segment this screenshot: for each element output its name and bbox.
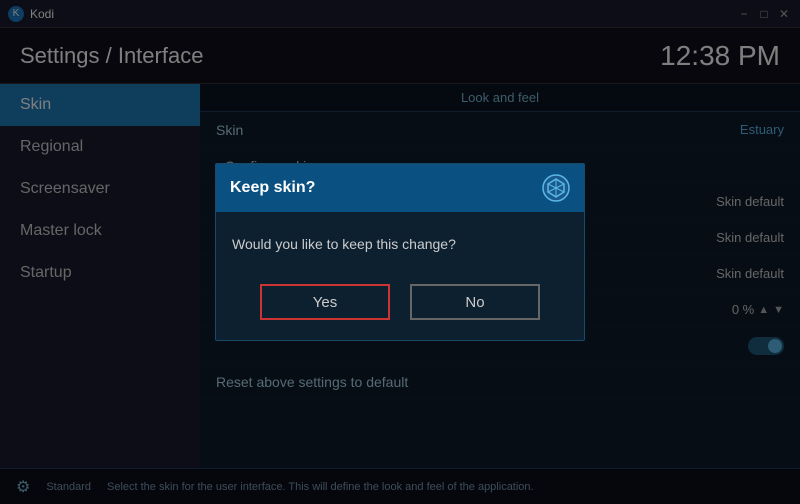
dialog-body: Would you like to keep this change?: [216, 212, 584, 272]
yes-button[interactable]: Yes: [260, 284, 390, 320]
dialog-title: Keep skin?: [230, 179, 315, 197]
dialog-buttons: Yes No: [216, 272, 584, 340]
no-button[interactable]: No: [410, 284, 540, 320]
keep-skin-dialog: Keep skin? Would you like to keep this c…: [215, 163, 585, 341]
dialog-header: Keep skin?: [216, 164, 584, 212]
dialog-message: Would you like to keep this change?: [232, 236, 456, 252]
kodi-logo-icon: [542, 174, 570, 202]
dialog-overlay: Keep skin? Would you like to keep this c…: [0, 0, 800, 504]
